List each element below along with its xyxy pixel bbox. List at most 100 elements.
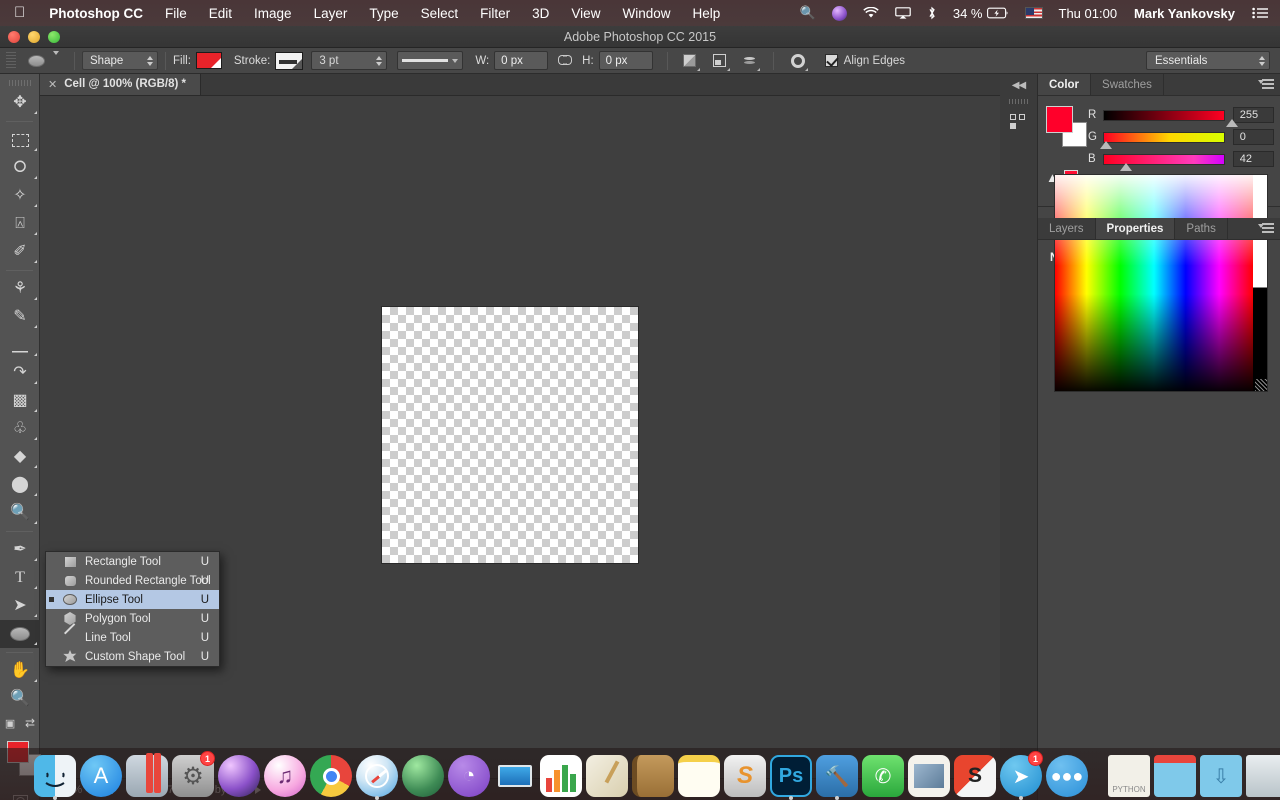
dodge-tool[interactable]: ⬤: [0, 471, 40, 499]
dock-item-facetime[interactable]: ✆: [862, 753, 904, 797]
dock-item-mail[interactable]: [908, 753, 950, 797]
panel-menu-icon[interactable]: [1258, 223, 1274, 235]
dock-item-numbers[interactable]: [540, 753, 582, 797]
eraser-tool[interactable]: ▩: [0, 387, 40, 415]
width-input[interactable]: 0 px: [494, 51, 549, 70]
dock-item-contacts[interactable]: [632, 753, 674, 797]
canvas-viewport[interactable]: [40, 96, 1000, 778]
dock-item-pages[interactable]: [586, 753, 628, 797]
blur-tool[interactable]: ◆: [0, 443, 40, 471]
height-input[interactable]: 0 px: [598, 51, 653, 70]
align-edges-checkbox[interactable]: Align Edges: [824, 54, 905, 67]
tab-paths[interactable]: Paths: [1175, 218, 1228, 239]
flyout-item-rectangle-tool[interactable]: Rectangle Tool U: [46, 552, 219, 571]
dock-item-siri[interactable]: [218, 753, 260, 797]
dock-item-keynote[interactable]: [494, 753, 536, 797]
ellipse-tool[interactable]: [0, 620, 40, 648]
swap-colors-icon[interactable]: ⇄: [25, 716, 35, 730]
gradient-tool[interactable]: ♧: [0, 415, 40, 443]
channel-value-b[interactable]: 42: [1232, 151, 1274, 167]
panel-resize-handle[interactable]: [1255, 379, 1267, 391]
menu-type[interactable]: Type: [358, 6, 409, 21]
document-tab[interactable]: ✕ Cell @ 100% (RGB/8) *: [40, 73, 201, 95]
menu-edit[interactable]: Edit: [198, 6, 243, 21]
dock-item-documents-folder[interactable]: [1154, 753, 1196, 797]
slider-track-r[interactable]: [1102, 109, 1238, 127]
menu-image[interactable]: Image: [243, 6, 303, 21]
dock-item-app-store[interactable]: A: [80, 753, 122, 797]
ellipse-tool-icon[interactable]: [24, 51, 48, 71]
shape-mode-select[interactable]: Shape: [82, 51, 158, 70]
move-tool[interactable]: ✥: [0, 89, 40, 117]
spot-healing-brush-tool[interactable]: ⚘: [0, 275, 40, 303]
siri-icon[interactable]: [824, 0, 855, 26]
default-colors-icon[interactable]: ▣: [5, 717, 15, 730]
stroke-color-swatch[interactable]: [275, 51, 304, 70]
quick-selection-tool[interactable]: ✧: [0, 182, 40, 210]
dock-item-screen-sharing[interactable]: [126, 753, 168, 797]
workspace-select[interactable]: Essentials: [1146, 51, 1270, 70]
tool-preset-chevron-down-icon[interactable]: [53, 50, 59, 67]
slider-thumb-g[interactable]: [1099, 140, 1112, 149]
dock-item-google-earth[interactable]: [402, 753, 444, 797]
menu-file[interactable]: File: [154, 6, 198, 21]
flyout-item-line-tool[interactable]: Line Tool U: [46, 628, 219, 647]
options-bar-grip[interactable]: [6, 51, 16, 70]
eyedropper-tool[interactable]: ✐: [0, 238, 40, 266]
flyout-item-rounded-rectangle-tool[interactable]: Rounded Rectangle Tool U: [46, 571, 219, 590]
dock-item-bittorrent[interactable]: ◔: [448, 753, 490, 797]
menu-filter[interactable]: Filter: [469, 6, 521, 21]
menu-3d[interactable]: 3D: [521, 6, 560, 21]
tab-swatches[interactable]: Swatches: [1091, 74, 1164, 95]
tab-properties[interactable]: Properties: [1095, 218, 1176, 239]
menu-window[interactable]: Window: [611, 6, 681, 21]
hand-tool[interactable]: ✋: [0, 657, 40, 685]
wifi-icon[interactable]: [855, 0, 887, 26]
menu-bar-user[interactable]: Mark Yankovsky: [1125, 6, 1244, 21]
menu-layer[interactable]: Layer: [303, 6, 359, 21]
dock-item-finder[interactable]: [34, 753, 76, 800]
slider-track-g[interactable]: [1099, 131, 1225, 149]
maximize-window-button[interactable]: [48, 31, 60, 43]
color-spectrum-ramp[interactable]: [1054, 174, 1268, 392]
channel-value-g[interactable]: 0: [1232, 129, 1274, 145]
collapse-panels-icon[interactable]: ◀◀: [1000, 74, 1037, 96]
flyout-item-ellipse-tool[interactable]: Ellipse Tool U: [46, 590, 219, 609]
brush-tool[interactable]: ✎: [0, 303, 40, 331]
dock-item-telegram[interactable]: ➤ 1: [1000, 751, 1043, 800]
foreground-color-swatch[interactable]: [1046, 106, 1073, 133]
close-icon[interactable]: ✕: [48, 78, 57, 91]
panel-menu-icon[interactable]: [1258, 79, 1274, 91]
close-window-button[interactable]: [8, 31, 20, 43]
dock-item-notes[interactable]: [678, 753, 720, 797]
battery-charging-icon[interactable]: [986, 0, 1017, 26]
dock-item-xcode[interactable]: 🔨: [816, 753, 858, 800]
rectangular-marquee-tool[interactable]: [0, 126, 40, 154]
bluetooth-icon[interactable]: [919, 0, 945, 26]
menu-app-name[interactable]: Photoshop CC: [38, 6, 154, 21]
dock-item-slack[interactable]: S: [954, 753, 996, 797]
adjustments-panel-icon[interactable]: [1000, 106, 1038, 140]
dock-item-system-preferences[interactable]: ⚙ 1: [172, 751, 215, 797]
spectrum-hue-area[interactable]: [1055, 175, 1253, 391]
dock-item-photoshop[interactable]: Ps: [770, 753, 812, 800]
history-brush-tool[interactable]: ↷: [0, 359, 40, 387]
lasso-tool[interactable]: ⭘: [0, 154, 40, 182]
spectrum-grayscale-strip[interactable]: [1253, 175, 1267, 391]
menu-view[interactable]: View: [560, 6, 611, 21]
menu-select[interactable]: Select: [410, 6, 470, 21]
dock-item-downloads-folder[interactable]: ⇩: [1200, 753, 1242, 797]
channel-value-r[interactable]: 255: [1232, 107, 1274, 123]
menu-help[interactable]: Help: [681, 6, 731, 21]
slider-thumb-r[interactable]: [1225, 118, 1238, 127]
pen-tool[interactable]: ✒: [0, 536, 40, 564]
mini-dock-grip[interactable]: [1000, 96, 1037, 106]
zoom-tool[interactable]: 🔍: [0, 685, 40, 713]
link-icon[interactable]: [558, 54, 573, 67]
tab-layers[interactable]: Layers: [1038, 218, 1096, 239]
tools-panel-grip[interactable]: [0, 77, 39, 89]
type-tool[interactable]: T: [0, 564, 40, 592]
search-icon[interactable]: 🔍: [792, 0, 824, 26]
dock-item-google-chrome[interactable]: [310, 753, 352, 797]
dock-item-safari[interactable]: [356, 753, 398, 800]
